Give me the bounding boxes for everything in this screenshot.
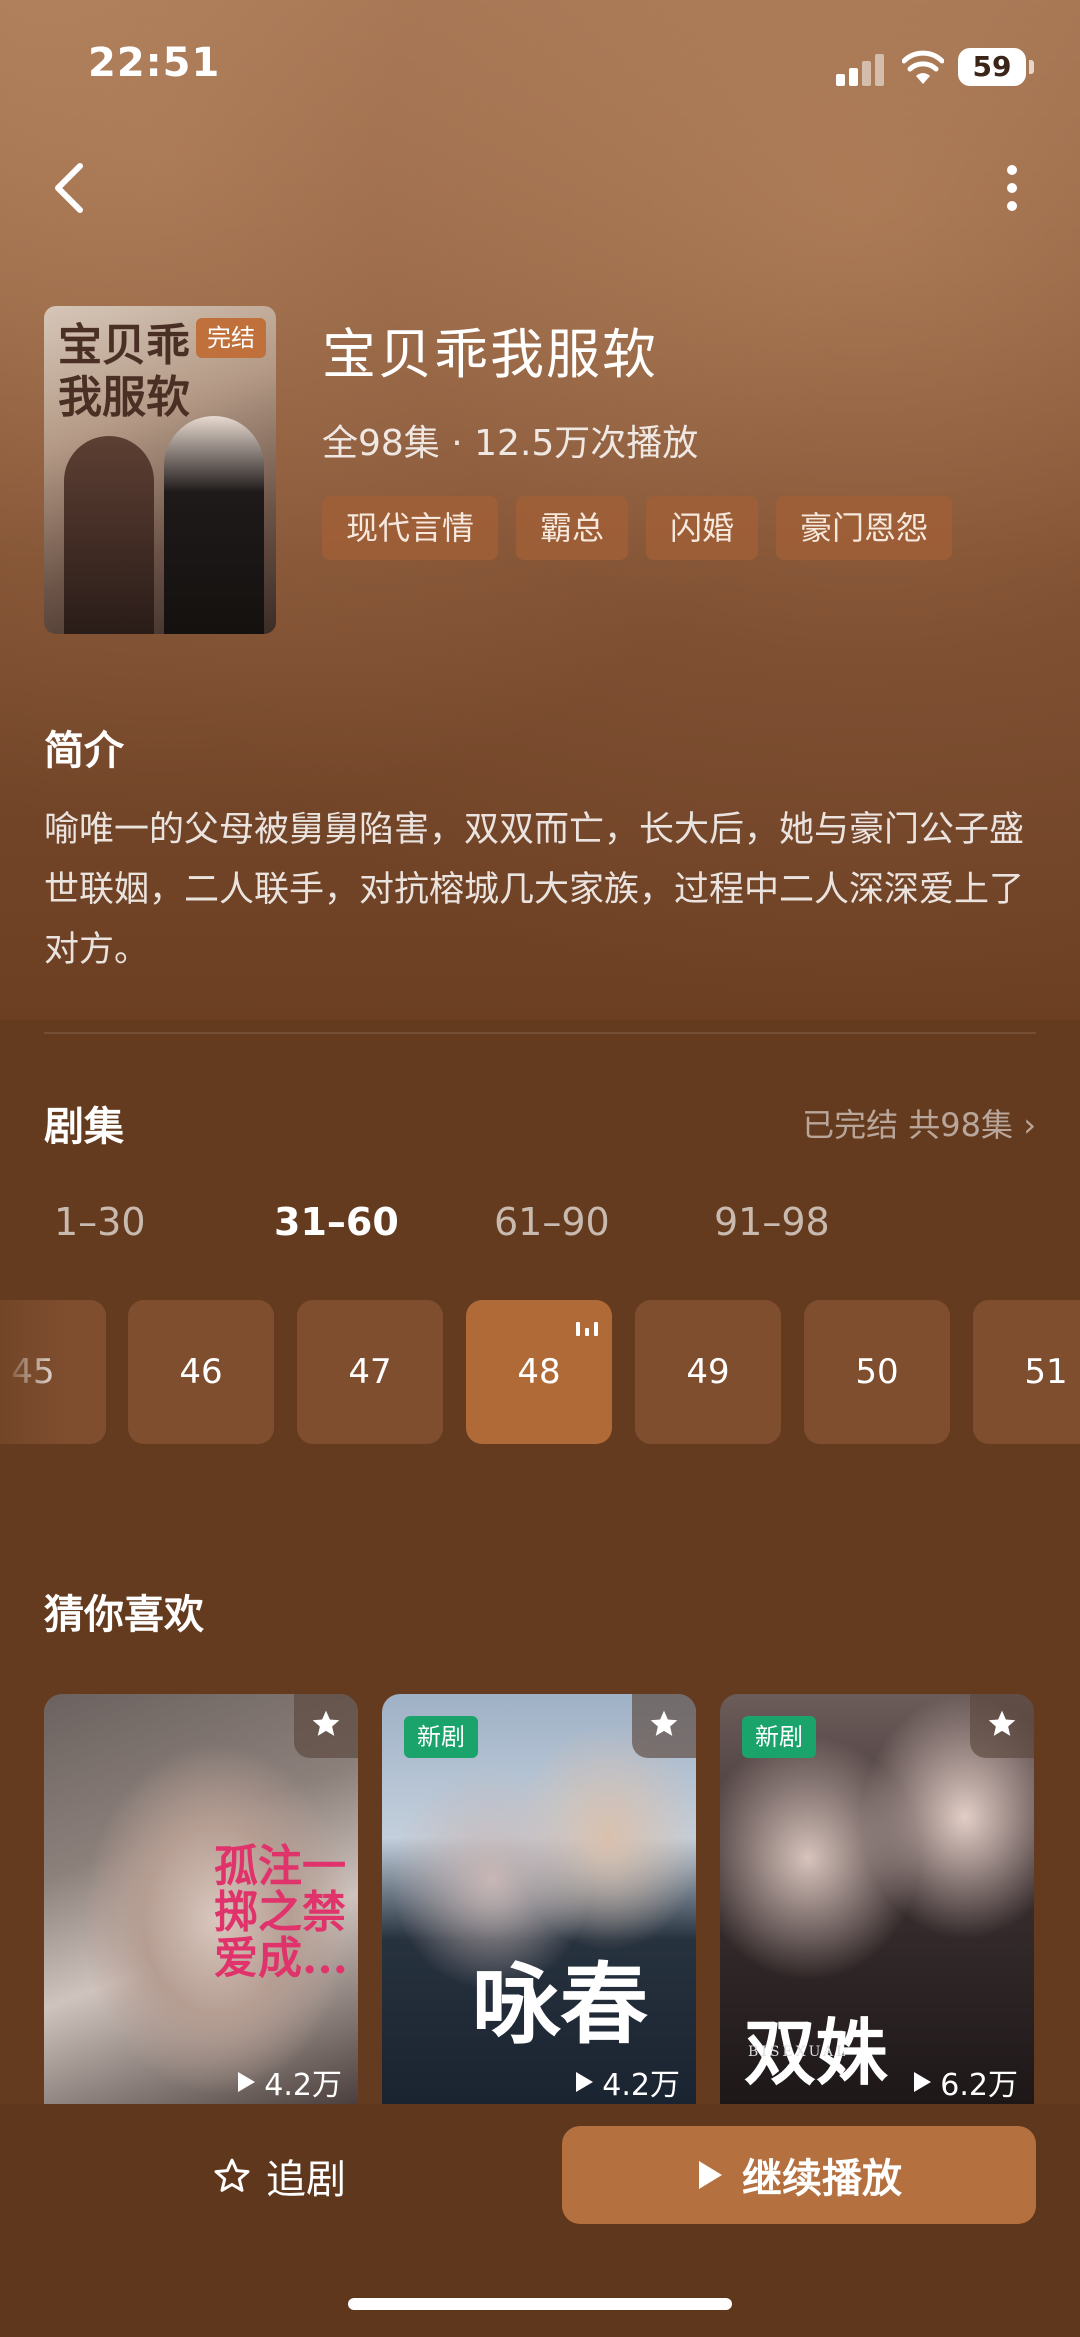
completed-badge: 完结 [196, 318, 266, 358]
episode-number: 48 [517, 1352, 561, 1392]
strip-fade [0, 1300, 70, 1444]
episode-item[interactable]: 51 [973, 1300, 1080, 1444]
tab-range-1-30[interactable]: 1–30 [44, 1200, 264, 1244]
tag[interactable]: 霸总 [516, 496, 629, 560]
tab-range-31-60[interactable]: 31–60 [264, 1200, 484, 1244]
star-icon [312, 1710, 340, 1736]
wifi-icon [901, 48, 945, 86]
new-badge: 新剧 [404, 1716, 478, 1758]
episode-range-tabs: 1–30 31–60 61–90 91–98 [44, 1200, 924, 1244]
poster-title: 孤注一掷之禁爱成... [214, 1841, 348, 1984]
cover-title: 宝贝乖我服软 [58, 320, 190, 423]
battery-indicator: 59 [958, 48, 1034, 86]
episode-item-current[interactable]: 48 [466, 1300, 612, 1444]
play-count: 4.2万 [574, 2060, 680, 2104]
back-button[interactable] [44, 156, 100, 220]
episodes-heading: 剧集 [44, 1104, 124, 1150]
episode-item[interactable]: 46 [128, 1300, 274, 1444]
recommend-card[interactable]: 新剧 双姝 BISEXUAL 6.2万 [720, 1694, 1034, 2104]
chevron-left-icon [55, 163, 83, 213]
tag[interactable]: 闪婚 [646, 496, 759, 560]
poster-subtitle: BISEXUAL [748, 2044, 849, 2060]
tag-list: 现代言情 霸总 闪婚 豪门恩怨 [322, 496, 953, 560]
episode-item[interactable]: 50 [804, 1300, 950, 1444]
play-icon [699, 2161, 722, 2189]
play-icon [238, 2072, 256, 2092]
play-count: 4.2万 [236, 2060, 342, 2104]
tag[interactable]: 现代言情 [322, 496, 499, 560]
play-count: 6.2万 [912, 2060, 1018, 2104]
now-playing-icon [576, 1318, 598, 1336]
recommend-card[interactable]: 新剧 咏春 4.2万 [382, 1694, 696, 2104]
show-meta: 全98集 · 12.5万次播放 [322, 423, 699, 464]
poster-title: 咏春 [472, 1952, 649, 2056]
home-indicator[interactable] [348, 2298, 732, 2310]
recommend-card[interactable]: 孤注一掷之禁爱成... 4.2万 [44, 1694, 358, 2104]
favorite-button[interactable] [970, 1694, 1034, 1758]
play-icon [576, 2072, 594, 2092]
show-title: 宝贝乖我服软 [322, 323, 658, 386]
star-icon [650, 1710, 678, 1736]
synopsis-heading: 简介 [44, 728, 124, 774]
episode-strip[interactable]: 45 46 47 48 49 50 51 [0, 1300, 1080, 1444]
favorite-button[interactable] [294, 1694, 358, 1758]
follow-label: 追剧 [266, 2157, 346, 2203]
more-button[interactable] [990, 156, 1034, 220]
episode-item[interactable]: 49 [635, 1300, 781, 1444]
episodes-status-link[interactable]: 已完结 共98集 › [802, 1100, 1036, 1146]
more-vertical-icon [1007, 165, 1017, 211]
recommend-heading: 猜你喜欢 [44, 1592, 204, 1638]
tab-range-61-90[interactable]: 61–90 [484, 1200, 704, 1244]
status-time: 22:51 [88, 40, 221, 86]
star-outline-icon [214, 2158, 250, 2192]
tag[interactable]: 豪门恩怨 [776, 496, 953, 560]
signal-icon [836, 52, 886, 86]
follow-button[interactable]: 追剧 [212, 2146, 346, 2206]
play-icon [914, 2072, 932, 2092]
synopsis-text: 喻唯一的父母被舅舅陷害，双双而亡，长大后，她与豪门公子盛世联姻，二人联手，对抗榕… [44, 810, 1025, 970]
tab-range-91-98[interactable]: 91–98 [704, 1200, 924, 1244]
continue-play-button[interactable]: 继续播放 [562, 2126, 1036, 2224]
continue-label: 继续播放 [742, 2156, 902, 2202]
new-badge: 新剧 [742, 1716, 816, 1758]
favorite-button[interactable] [632, 1694, 696, 1758]
divider [44, 1032, 1036, 1034]
episode-item[interactable]: 47 [297, 1300, 443, 1444]
star-icon [988, 1710, 1016, 1736]
